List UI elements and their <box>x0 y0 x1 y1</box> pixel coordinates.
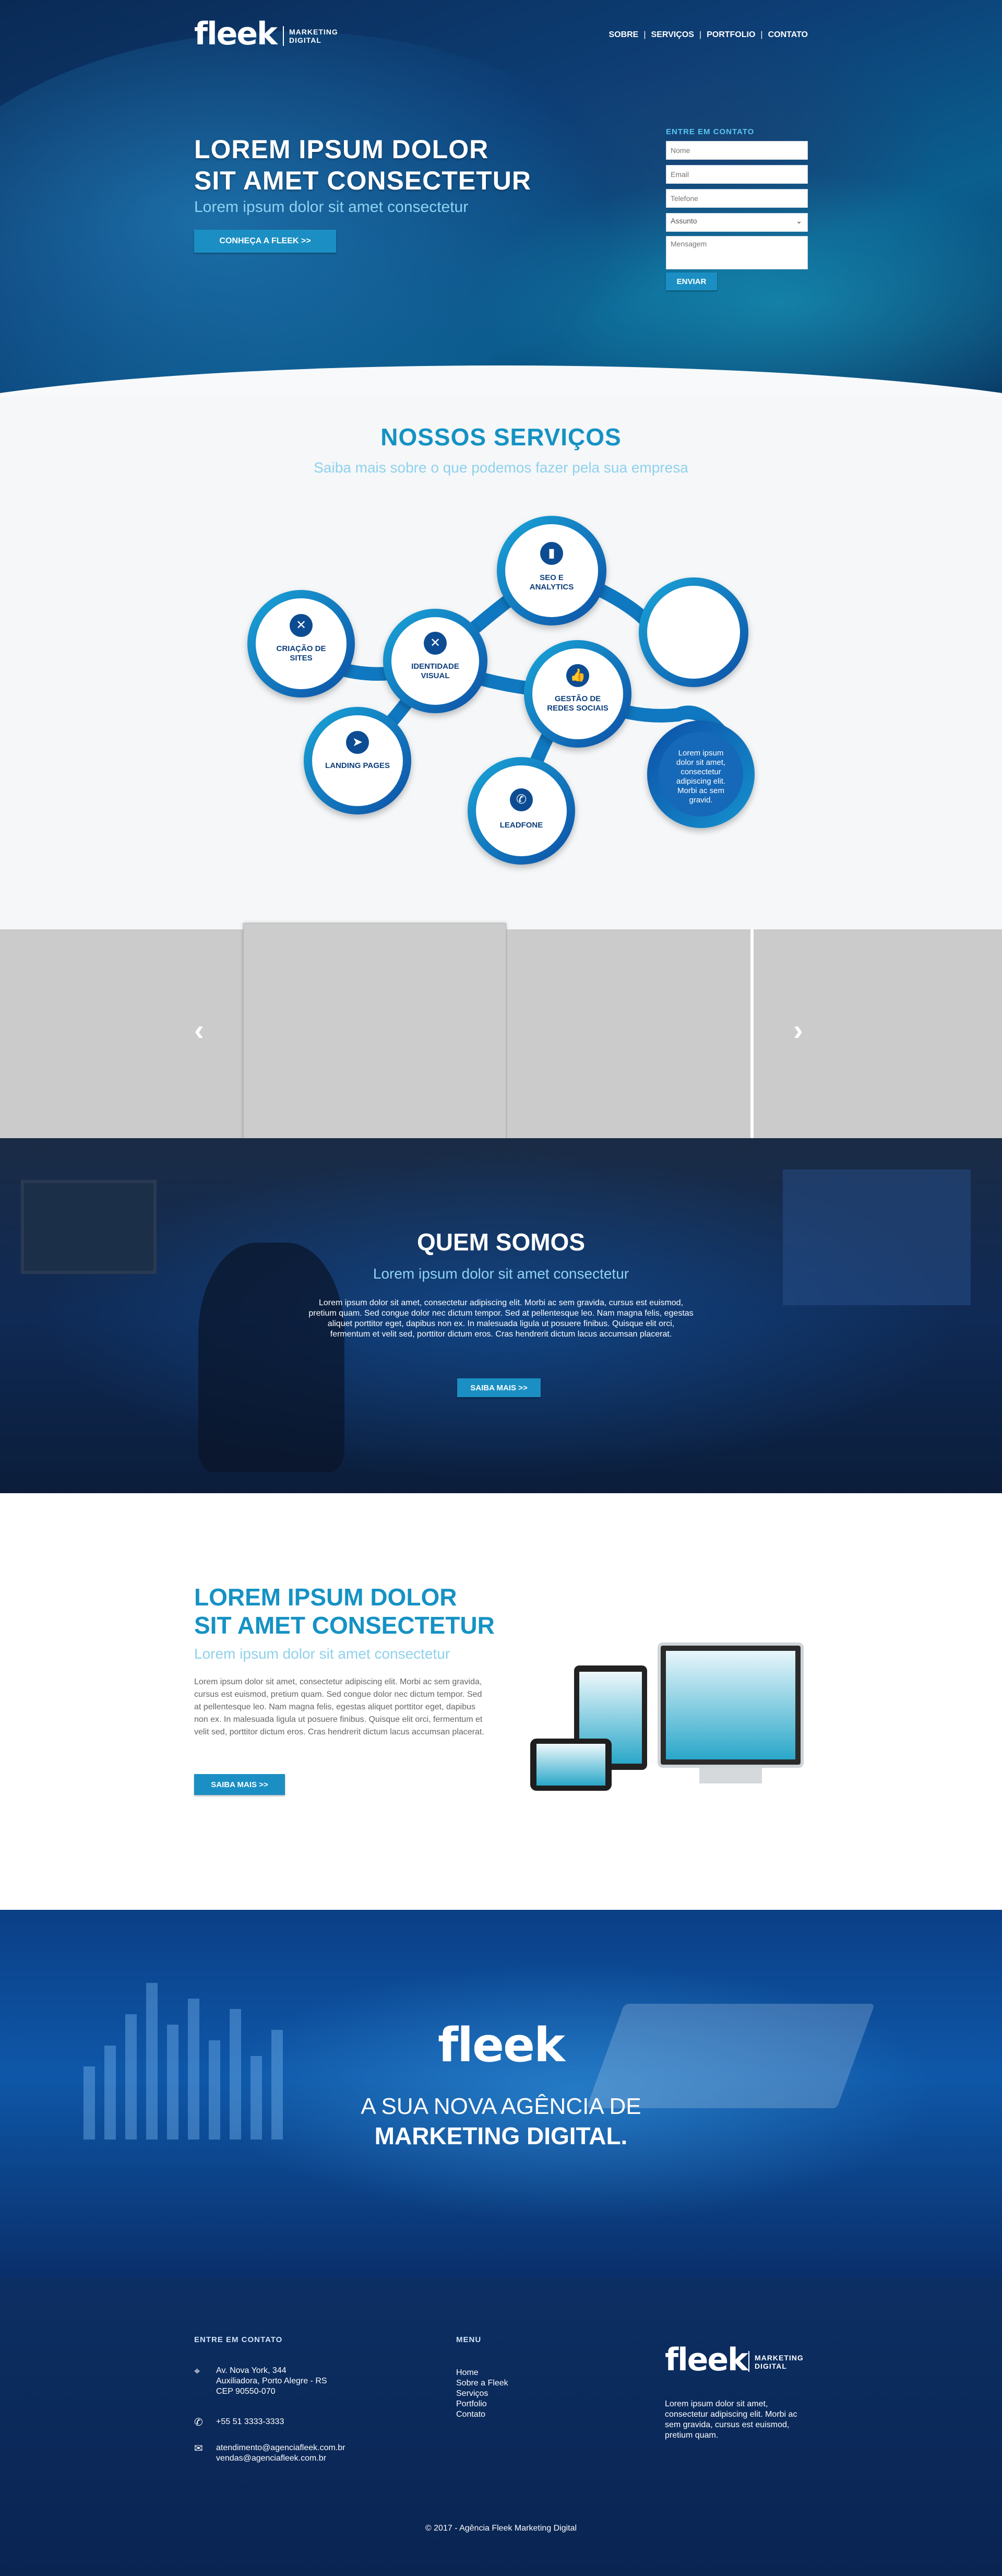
footer-logo[interactable]: fleek MARKETING DIGITAL <box>665 2342 821 2378</box>
quem-somos-section: QUEM SOMOS Lorem ipsum dolor sit amet co… <box>0 1138 1002 1493</box>
hero-section: fleek MARKETING DIGITAL SOBRE | SERVIÇOS | P… <box>0 0 1002 397</box>
carousel-slide[interactable] <box>507 929 750 1138</box>
footer-menu-home[interactable]: Home <box>456 2368 508 2378</box>
carousel-slide[interactable] <box>0 929 243 1138</box>
lorem-title-1: LOREM IPSUM DOLOR <box>194 1584 457 1611</box>
desktop-image <box>658 1643 804 1768</box>
banner-line-1: A SUA NOVA AGÊNCIA DE <box>361 2094 641 2119</box>
banner-line-2: MARKETING DIGITAL. <box>374 2122 628 2149</box>
quem-title: QUEM SOMOS <box>416 1228 586 1256</box>
phone-icon: ✆ <box>194 2417 203 2428</box>
copyright: © 2017 - Agência Fleek Marketing Digital <box>425 2524 577 2533</box>
service-landing[interactable]: ➤ LANDING PAGES <box>304 707 411 814</box>
email-field[interactable] <box>666 165 808 184</box>
phone-image <box>530 1739 612 1791</box>
main-nav: SOBRE | SERVIÇOS | PORTFOLIO | CONTATO <box>609 30 808 39</box>
footer-menu-head: MENU <box>456 2335 482 2344</box>
conheca-button[interactable]: CONHEÇA A FLEEK >> <box>194 230 336 253</box>
enviar-button[interactable]: ENVIAR <box>666 273 717 290</box>
footer-email-1[interactable]: atendimento@agenciafleek.com.br <box>216 2443 345 2453</box>
hero-subtitle: Lorem ipsum dolor sit amet consectetur <box>194 198 469 216</box>
footer-address: Av. Nova York, 344 Auxiliadora, Porto Al… <box>216 2366 327 2396</box>
logo-sub-1: MARKETING <box>289 28 338 36</box>
carousel-prev-icon[interactable]: ‹ <box>194 1013 204 1047</box>
footer-menu-servicos[interactable]: Serviços <box>456 2389 508 2399</box>
site-footer: ENTRE EM CONTATO ⌖ Av. Nova York, 344 Au… <box>0 2278 1002 2576</box>
cursor-icon: ➤ <box>346 731 369 754</box>
chart-icon: ▮ <box>540 542 563 565</box>
footer-emails: atendimento@agenciafleek.com.br vendas@a… <box>216 2443 345 2464</box>
carousel-next-icon[interactable]: › <box>793 1013 803 1047</box>
nav-contato[interactable]: CONTATO <box>768 30 808 39</box>
code-icon: ✕ <box>290 614 313 637</box>
banner-logo: fleek <box>438 2018 565 2073</box>
nav-sobre[interactable]: SOBRE <box>609 30 638 39</box>
quem-saiba-button[interactable]: SAIBA MAIS >> <box>457 1378 541 1397</box>
service-lorem-circle: Lorem ipsum dolor sit amet, consectetur … <box>647 720 755 828</box>
footer-menu-portfolio[interactable]: Portfolio <box>456 2399 508 2409</box>
lorem-section: LOREM IPSUM DOLOR SIT AMET CONSECTETUR L… <box>0 1493 1002 1910</box>
logo-sub-2: DIGITAL <box>289 36 321 44</box>
form-label: ENTRE EM CONTATO <box>666 127 755 136</box>
mensagem-field[interactable] <box>666 236 808 269</box>
footer-menu-contato[interactable]: Contato <box>456 2409 508 2420</box>
service-empty-ring <box>639 577 748 687</box>
agency-banner: fleek A SUA NOVA AGÊNCIA DE MARKETING DI… <box>0 1910 1002 2278</box>
chevron-down-icon: ⌄ <box>796 217 802 225</box>
carousel-slide-active[interactable] <box>243 923 506 1143</box>
like-icon: 👍 <box>566 664 589 687</box>
footer-phone[interactable]: +55 51 3333-3333 <box>216 2417 284 2427</box>
phone-icon: ✆ <box>510 788 533 811</box>
telefone-field[interactable] <box>666 189 808 208</box>
hero-title-2: SIT AMET CONSECTETUR <box>194 166 531 195</box>
service-seo[interactable]: ▮ SEO E ANALYTICS <box>497 516 606 625</box>
service-criacao[interactable]: ✕ CRIAÇÃO DE SITES <box>247 590 355 698</box>
mail-icon: ✉ <box>194 2443 203 2454</box>
service-redes[interactable]: 👍 GESTÃO DE REDES SOCIAIS <box>524 640 631 748</box>
footer-contact-head: ENTRE EM CONTATO <box>194 2335 283 2344</box>
quem-text: Lorem ipsum dolor sit amet, consectetur … <box>308 1298 694 1339</box>
nav-portfolio[interactable]: PORTFOLIO <box>707 30 755 39</box>
footer-menu: Home Sobre a Fleek Serviços Portfolio Co… <box>456 2368 508 2420</box>
service-identidade[interactable]: ✕ IDENTIDADE VISUAL <box>383 609 487 713</box>
assunto-select[interactable]: Assunto ⌄ <box>666 213 808 232</box>
lorem-text: Lorem ipsum dolor sit amet, consectetur … <box>194 1677 484 1736</box>
hero-title-1: LOREM IPSUM DOLOR <box>194 135 489 164</box>
lorem-subtitle: Lorem ipsum dolor sit amet consectetur <box>194 1646 450 1662</box>
nav-servicos[interactable]: SERVIÇOS <box>651 30 694 39</box>
lorem-saiba-button[interactable]: SAIBA MAIS >> <box>194 1774 285 1795</box>
carousel-slide[interactable] <box>754 929 1002 1138</box>
nome-field[interactable] <box>666 141 808 160</box>
footer-about: Lorem ipsum dolor sit amet, consectetur … <box>665 2400 797 2440</box>
monitor-image <box>21 1180 157 1274</box>
tools-icon: ✕ <box>424 632 447 655</box>
quem-subtitle: Lorem ipsum dolor sit amet consectetur <box>373 1266 629 1282</box>
portfolio-carousel: ‹ › <box>0 923 1002 1143</box>
logo-text: fleek <box>194 16 278 52</box>
services-section: NOSSOS SERVIÇOS Saiba mais sobre o que p… <box>0 397 1002 929</box>
footer-menu-sobre[interactable]: Sobre a Fleek <box>456 2378 508 2389</box>
lorem-title-2: SIT AMET CONSECTETUR <box>194 1612 495 1639</box>
site-logo[interactable]: fleek MARKETING DIGITAL <box>194 16 351 52</box>
service-leadfone[interactable]: ✆ LEADFONE <box>468 757 575 865</box>
footer-email-2[interactable]: vendas@agenciafleek.com.br <box>216 2453 345 2464</box>
map-pin-icon: ⌖ <box>194 2366 200 2377</box>
